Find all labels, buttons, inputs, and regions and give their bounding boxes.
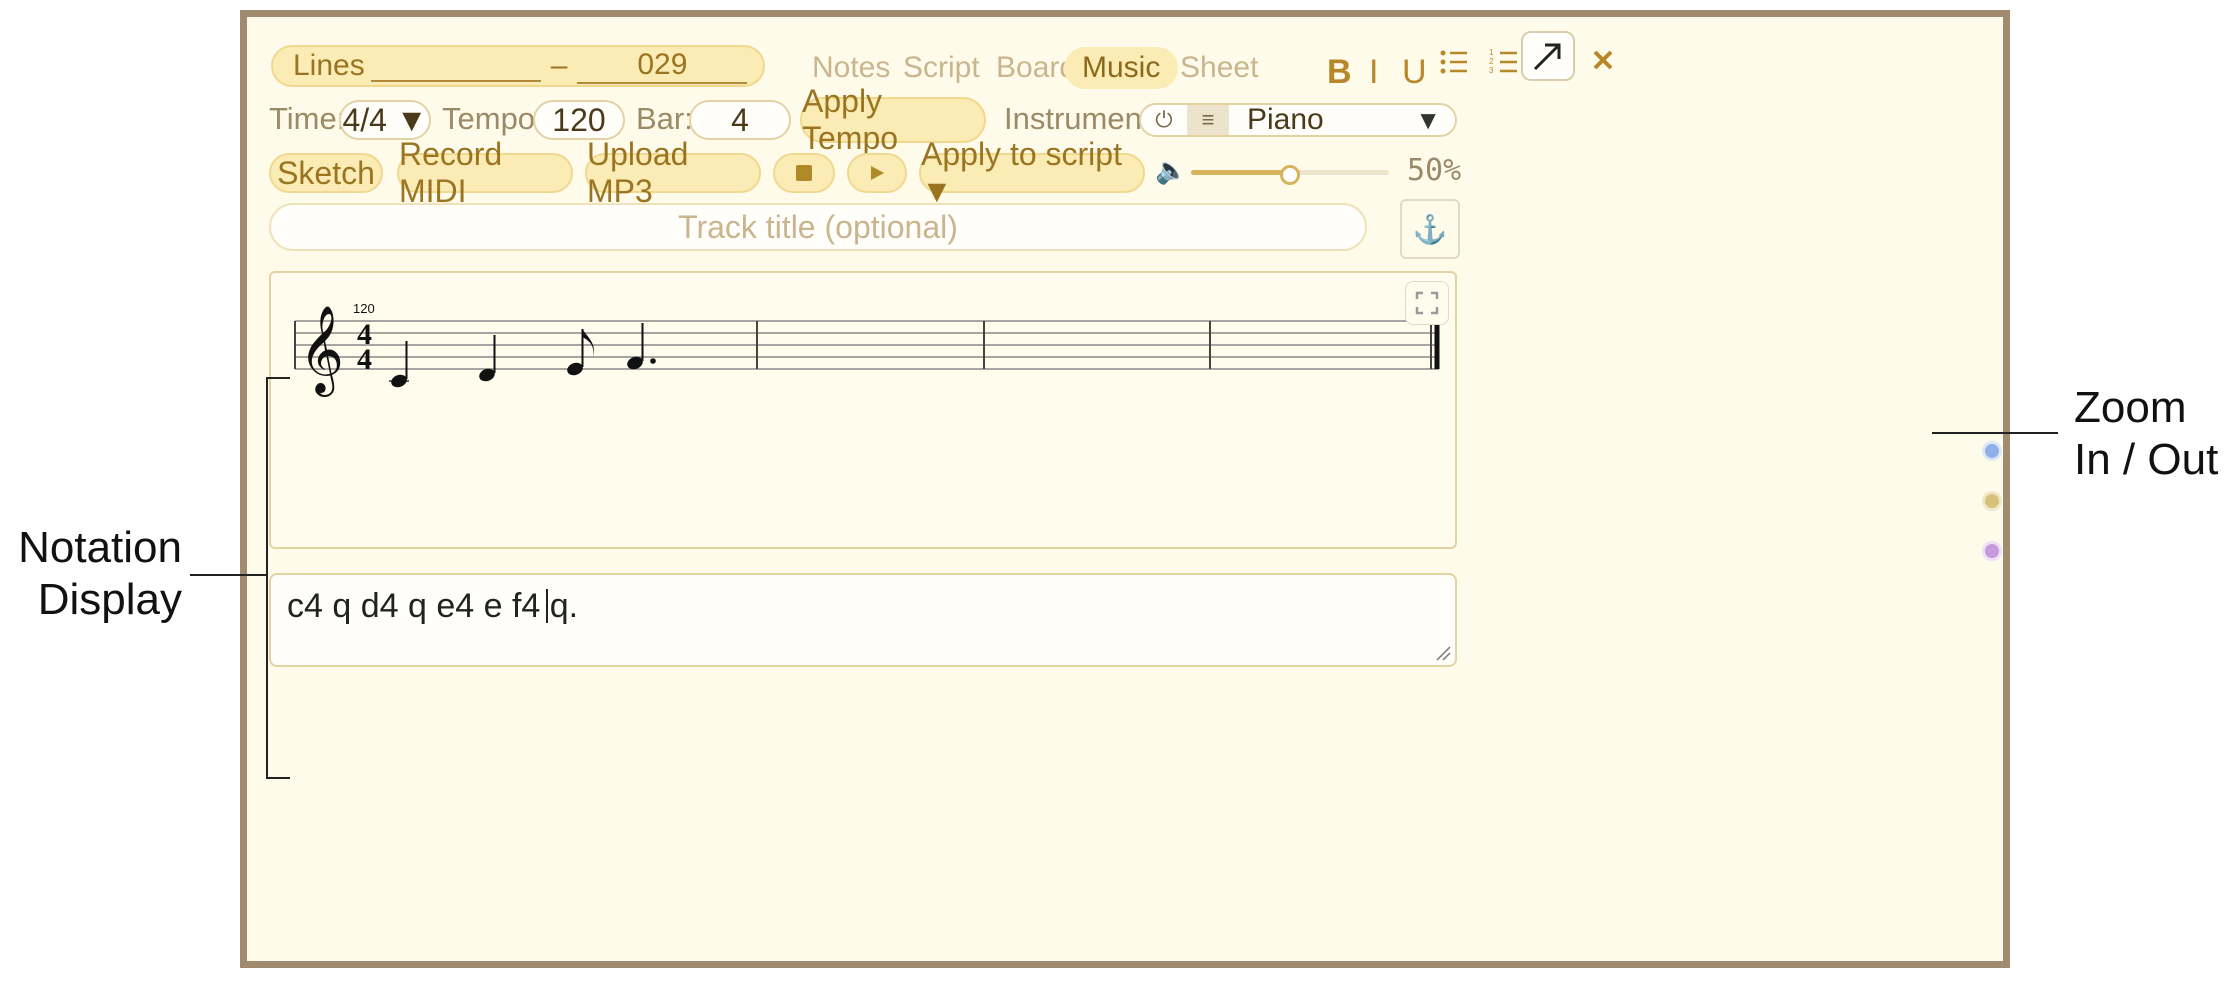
note-c4-quarter (389, 341, 409, 388)
time-signature-select[interactable]: 4/4 ▼ (339, 100, 431, 140)
color-dot-blue[interactable] (1982, 441, 2002, 461)
notation-callout-line (190, 574, 266, 576)
notation-text-input[interactable]: c4 q d4 q e4 e f4 q. (269, 573, 1457, 667)
music-panel: Lines – 029 Notes Script Board Music She… (240, 10, 2010, 968)
stop-icon (796, 165, 812, 181)
color-dot-purple[interactable] (1982, 541, 2002, 561)
notation-bracket-bottom (266, 777, 290, 779)
tempo-mark: 120 (353, 301, 375, 316)
notation-bracket-top (266, 377, 290, 379)
arrow-up-right-icon (1533, 43, 1561, 71)
svg-text:2: 2 (1489, 57, 1494, 66)
power-icon[interactable]: ⏻ (1141, 105, 1187, 135)
tab-music[interactable]: Music (1064, 47, 1179, 89)
staff-svg: 𝄞 120 4 4 (294, 301, 1440, 397)
chevron-down-icon: ▼ (1415, 104, 1441, 135)
upload-mp3-button[interactable]: Upload MP3 (585, 136, 761, 209)
notation-display: 𝄞 120 4 4 (269, 271, 1457, 549)
lines-separator: – (550, 49, 568, 82)
notation-annotation-line2: Display (37, 575, 182, 624)
apply-to-script-button[interactable]: Apply to script ▼ (919, 136, 1145, 209)
italic-button[interactable]: I (1369, 53, 1378, 92)
play-button[interactable] (847, 153, 907, 193)
notation-annotation-line1: Notation (18, 523, 182, 572)
menu-icon[interactable]: ≡ (1187, 105, 1229, 135)
zoom-callout-line (1932, 432, 2058, 434)
tab-notes[interactable]: Notes (812, 51, 890, 85)
volume-percent: 50% (1407, 153, 1462, 188)
svg-text:1: 1 (1489, 48, 1494, 57)
text-cursor (546, 589, 548, 623)
instrument-value: Piano (1247, 103, 1324, 136)
bar-label: Bar: (636, 101, 693, 136)
instrument-select[interactable]: ⏻ ≡ Piano ▼ (1139, 103, 1457, 137)
volume-thumb[interactable] (1280, 165, 1300, 185)
time-label: Time: (269, 101, 346, 136)
instrument-label: Instrument: (1004, 101, 1160, 136)
treble-clef-icon: 𝄞 (299, 304, 344, 397)
volume-slider[interactable] (1191, 163, 1389, 185)
note-d4-quarter (479, 335, 496, 382)
tempo-label: Tempo: (442, 101, 544, 136)
play-icon (871, 166, 884, 180)
notation-annotation: Notation Display (4, 522, 182, 626)
expand-icon (1415, 291, 1439, 315)
tempo-input[interactable]: 120 (533, 100, 625, 140)
zoom-annotation: Zoom In / Out (2074, 382, 2218, 486)
note-f4-dotted-quarter (627, 323, 656, 370)
zoom-annotation-line2: In / Out (2074, 435, 2219, 484)
notation-bracket-side (266, 377, 268, 779)
stop-button[interactable] (773, 153, 835, 193)
numbered-list-icon[interactable]: 123 (1489, 47, 1519, 77)
time-signature-bottom: 4 (357, 343, 372, 376)
bar-input[interactable]: 4 (689, 100, 791, 140)
sketch-button[interactable]: Sketch (269, 153, 383, 193)
popout-button[interactable] (1521, 31, 1575, 81)
lines-label: Lines (293, 49, 365, 82)
svg-text:3: 3 (1489, 66, 1494, 75)
track-title-input[interactable]: Track title (optional) (269, 203, 1367, 251)
bold-button[interactable]: B (1327, 53, 1352, 92)
color-dot-gold[interactable] (1982, 491, 2002, 511)
underline-button[interactable]: U (1402, 53, 1427, 92)
resize-handle-icon[interactable] (1435, 645, 1451, 661)
tab-script[interactable]: Script (903, 51, 980, 85)
fullscreen-button[interactable] (1405, 281, 1449, 325)
anchor-button[interactable]: ⚓ (1400, 199, 1460, 259)
editor-text: c4 q d4 q e4 e f4 q. (287, 587, 579, 625)
lines-range[interactable]: Lines – 029 (271, 45, 765, 87)
volume-fill (1191, 170, 1290, 175)
speaker-icon[interactable]: 🔈 (1155, 155, 1187, 186)
record-midi-button[interactable]: Record MIDI (397, 136, 573, 209)
bullet-list-icon[interactable] (1439, 47, 1469, 77)
lines-start-field[interactable] (370, 50, 541, 82)
lines-end-field[interactable]: 029 (577, 48, 748, 84)
tab-sheet[interactable]: Sheet (1180, 51, 1258, 85)
zoom-annotation-line1: Zoom (2074, 383, 2187, 432)
anchor-icon: ⚓ (1412, 213, 1448, 245)
note-e4-eighth (567, 329, 594, 376)
close-icon[interactable] (1590, 47, 1616, 73)
